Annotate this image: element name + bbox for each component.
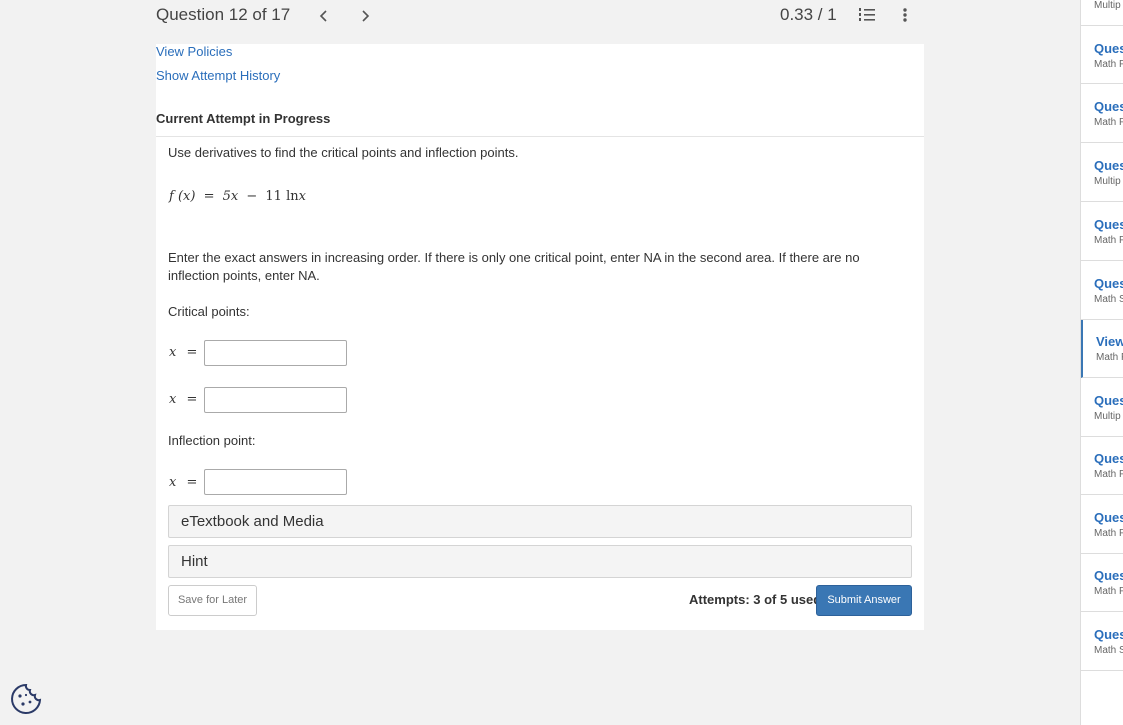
function-minus: − bbox=[246, 189, 258, 204]
chevron-left-icon bbox=[319, 10, 327, 22]
attempts-counter: Attempts: 3 of 5 used bbox=[689, 592, 822, 607]
question-header: Question 12 of 17 0.33 / 1 bbox=[0, 0, 1080, 44]
question-panel: View Policies Show Attempt History Curre… bbox=[156, 44, 924, 630]
side-question-item[interactable]: Ques Math F bbox=[1081, 85, 1123, 143]
etextbook-accordion[interactable]: eTextbook and Media bbox=[168, 505, 912, 538]
side-question-item[interactable]: Ques Multip bbox=[1081, 379, 1123, 437]
save-for-later-button[interactable]: Save for Later bbox=[168, 585, 257, 616]
side-item-subtitle: Multip bbox=[1094, 411, 1121, 422]
x-variable: x bbox=[169, 392, 177, 407]
side-item-title: Ques bbox=[1094, 99, 1123, 114]
side-question-item[interactable]: Ques Math S bbox=[1081, 613, 1123, 671]
side-item-subtitle: Math S bbox=[1094, 645, 1123, 656]
function-equals: = bbox=[203, 189, 215, 204]
side-item-subtitle: Math F bbox=[1096, 352, 1123, 363]
side-item-subtitle: Math F bbox=[1094, 586, 1123, 597]
side-question-item[interactable]: Ques Math F bbox=[1081, 203, 1123, 261]
previous-question-button[interactable] bbox=[312, 4, 336, 28]
kebab-menu-icon bbox=[903, 8, 907, 22]
question-counter: Question 12 of 17 bbox=[156, 5, 291, 24]
side-item-title: Ques bbox=[1094, 158, 1123, 173]
side-item-title: Ques bbox=[1094, 627, 1123, 642]
side-item-subtitle: Math F bbox=[1094, 469, 1123, 480]
function-var: x bbox=[298, 189, 306, 204]
side-question-item[interactable]: Ques Math S bbox=[1081, 262, 1123, 320]
function-coefficient: 11 bbox=[265, 189, 282, 204]
function-ln: ln bbox=[286, 189, 299, 204]
side-question-item[interactable]: Ques Math F bbox=[1081, 26, 1123, 84]
inflection-x-label: x = bbox=[169, 475, 197, 490]
inflection-point-input[interactable] bbox=[204, 469, 347, 495]
equals-sign: = bbox=[186, 475, 198, 490]
more-options-button[interactable] bbox=[893, 3, 917, 27]
submit-answer-button[interactable]: Submit Answer bbox=[816, 585, 912, 616]
side-item-title: Ques bbox=[1094, 393, 1123, 408]
critical-point-1-input[interactable] bbox=[204, 340, 347, 366]
side-item-subtitle: Math F bbox=[1094, 59, 1123, 70]
chevron-right-icon bbox=[362, 10, 370, 22]
function-expression: f (x) = 5x − 11 lnx bbox=[169, 189, 306, 204]
view-policies-link[interactable]: View Policies bbox=[156, 44, 232, 59]
side-item-title: Ques bbox=[1094, 41, 1123, 56]
function-lhs: f (x) bbox=[169, 189, 196, 204]
equals-sign: = bbox=[186, 392, 198, 407]
question-navigator: Multip Ques Math F Ques Math F Ques Mult… bbox=[1080, 0, 1123, 725]
score-display: 0.33 / 1 bbox=[780, 5, 837, 24]
side-item-title: Ques bbox=[1094, 276, 1123, 291]
question-list-button[interactable] bbox=[855, 3, 879, 27]
side-item-subtitle: Multip bbox=[1094, 176, 1121, 187]
side-item-partial: Multip bbox=[1094, 0, 1121, 11]
x-variable: x bbox=[169, 475, 177, 490]
cookie-settings-button[interactable] bbox=[10, 683, 42, 715]
x-variable: x bbox=[169, 345, 177, 360]
numbered-list-icon bbox=[859, 8, 875, 21]
next-question-button[interactable] bbox=[353, 4, 377, 28]
side-question-item[interactable]: Ques Math F bbox=[1081, 554, 1123, 612]
side-question-item[interactable]: Ques Math F bbox=[1081, 496, 1123, 554]
attempt-heading: Current Attempt in Progress bbox=[156, 111, 331, 126]
answer-instructions: Enter the exact answers in increasing or… bbox=[168, 250, 860, 283]
critical-2-x-label: x = bbox=[169, 392, 197, 407]
inflection-point-label: Inflection point: bbox=[168, 433, 256, 448]
side-item-subtitle: Math F bbox=[1094, 117, 1123, 128]
side-item-subtitle: Math F bbox=[1094, 235, 1123, 246]
critical-point-2-input[interactable] bbox=[204, 387, 347, 413]
side-question-item-current[interactable]: View Math F bbox=[1081, 320, 1123, 378]
function-term-a: 5x bbox=[222, 189, 239, 204]
cookie-icon bbox=[11, 683, 42, 714]
critical-1-x-label: x = bbox=[169, 345, 197, 360]
side-item-title: Ques bbox=[1094, 510, 1123, 525]
side-question-item[interactable]: Ques Math F bbox=[1081, 437, 1123, 495]
side-item-title: Ques bbox=[1094, 568, 1123, 583]
side-item-subtitle: Math F bbox=[1094, 528, 1123, 539]
hint-accordion[interactable]: Hint bbox=[168, 545, 912, 578]
side-question-item[interactable]: Ques Multip bbox=[1081, 144, 1123, 202]
question-prompt: Use derivatives to find the critical poi… bbox=[168, 145, 519, 160]
divider bbox=[156, 136, 924, 137]
side-item-title: View bbox=[1096, 334, 1123, 349]
side-item-subtitle: Math S bbox=[1094, 294, 1123, 305]
critical-points-label: Critical points: bbox=[168, 304, 250, 319]
attempt-history-link[interactable]: Show Attempt History bbox=[156, 68, 280, 83]
equals-sign: = bbox=[186, 345, 198, 360]
side-item-title: Ques bbox=[1094, 217, 1123, 232]
side-item-title: Ques bbox=[1094, 451, 1123, 466]
